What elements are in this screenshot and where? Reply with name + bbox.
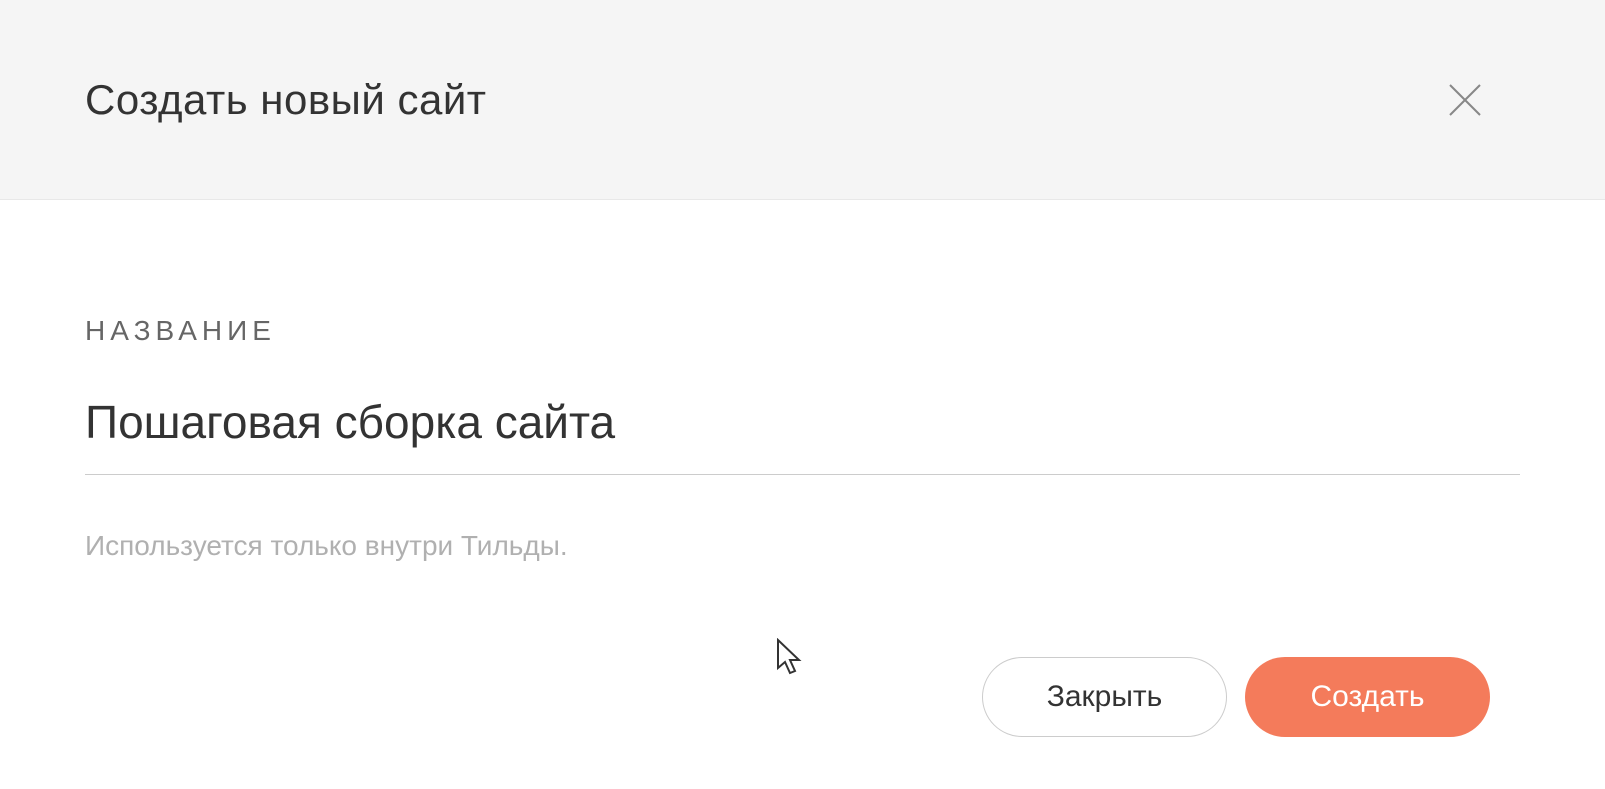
site-name-input[interactable] xyxy=(85,387,1520,475)
modal-header: Создать новый сайт xyxy=(0,0,1605,200)
cancel-button[interactable]: Закрыть xyxy=(982,657,1227,737)
create-button[interactable]: Создать xyxy=(1245,657,1490,737)
close-button[interactable] xyxy=(1440,75,1490,125)
field-label: НАЗВАНИЕ xyxy=(85,315,1520,347)
modal-title: Создать новый сайт xyxy=(85,76,487,124)
close-icon xyxy=(1445,80,1485,120)
help-text: Используется только внутри Тильды. xyxy=(85,530,1520,562)
button-row: Закрыть Создать xyxy=(85,657,1520,737)
modal-body: НАЗВАНИЕ Используется только внутри Тиль… xyxy=(0,200,1605,737)
